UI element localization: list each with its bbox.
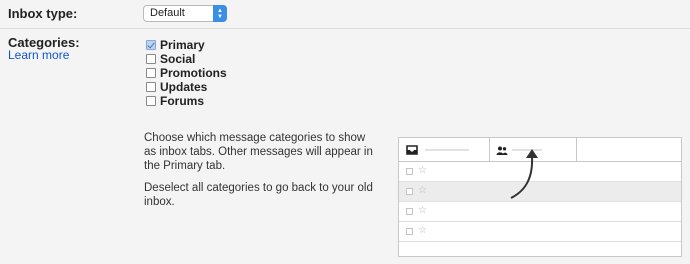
- section-divider: [0, 28, 690, 29]
- category-item-updates: Updates: [146, 80, 227, 94]
- deselect-description: Deselect all categories to go back to yo…: [144, 182, 373, 208]
- inbox-type-label: Inbox type:: [8, 6, 78, 21]
- updates-checkbox[interactable]: [146, 82, 156, 92]
- select-arrows-icon: ▲ ▼: [213, 5, 227, 22]
- forums-checkbox[interactable]: [146, 96, 156, 106]
- primary-checkbox[interactable]: [146, 40, 156, 50]
- category-label: Updates: [160, 80, 208, 94]
- category-item-forums: Forums: [146, 94, 227, 108]
- inbox-type-select[interactable]: Default ▲ ▼: [143, 5, 227, 22]
- category-item-social: Social: [146, 52, 227, 66]
- category-label: Primary: [160, 38, 205, 52]
- category-label: Forums: [160, 94, 205, 108]
- category-item-promotions: Promotions: [146, 66, 227, 80]
- inbox-tabs-illustration: ☆ ☆ ☆ ☆: [398, 137, 682, 257]
- category-label: Social: [160, 52, 196, 66]
- social-checkbox[interactable]: [146, 54, 156, 64]
- category-label: Promotions: [160, 66, 227, 80]
- categories-description: Choose which message categories to show …: [144, 132, 373, 172]
- curved-arrow-icon: [510, 149, 538, 199]
- category-item-primary: Primary: [146, 38, 227, 52]
- inbox-type-selected-value: Default: [150, 7, 185, 19]
- category-checkbox-list: Primary Social Promotions Updates Forums: [146, 38, 227, 108]
- promotions-checkbox[interactable]: [146, 68, 156, 78]
- learn-more-link[interactable]: Learn more: [8, 48, 69, 62]
